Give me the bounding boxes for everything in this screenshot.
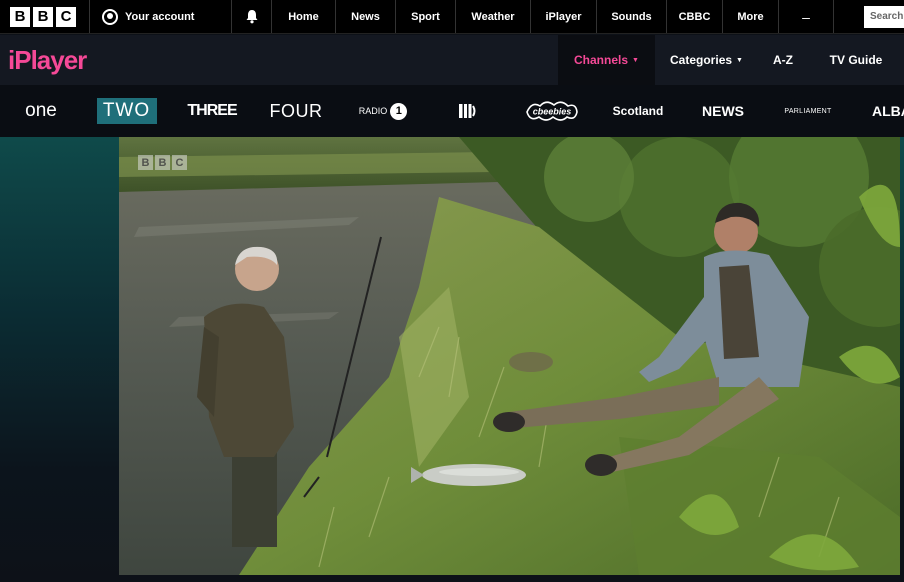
channel-three-label: THREE (187, 102, 237, 119)
radio-1-icon: 1 (390, 102, 408, 120)
iplayer-bar: iPlayer Channels ▼ Categories ▼ A-Z TV Gui… (0, 35, 904, 85)
nav-more[interactable]: More (723, 0, 779, 33)
cbeebies-logo: cbeebies (526, 101, 578, 121)
nav-news[interactable]: News (336, 0, 396, 33)
channel-radio-label: RADIO (358, 106, 388, 116)
channel-radio-1[interactable]: RADIO 1 (357, 85, 409, 137)
search-placeholder: Search (870, 11, 904, 22)
caret-down-icon: ▼ (736, 56, 743, 64)
nav-cbbc[interactable]: CBBC (667, 0, 723, 33)
menu-a-z-label: A-Z (773, 53, 793, 67)
menu-tv-guide-label: TV Guide (829, 53, 883, 67)
iplayer-logo[interactable]: iPlayer (8, 45, 87, 76)
channel-alba-label: ALBA (872, 103, 904, 119)
nav-weather[interactable]: Weather (456, 0, 531, 33)
menu-a-z[interactable]: A-Z (758, 35, 808, 85)
nav-sport[interactable]: Sport (396, 0, 456, 33)
channel-two[interactable]: TWO (96, 85, 157, 137)
menu-categories-label: Categories (670, 53, 733, 67)
channel-one-label: one (25, 100, 57, 121)
search-input[interactable]: Search (864, 6, 904, 28)
channel-cbeebies[interactable]: cbeebies (524, 85, 580, 137)
nav-iplayer[interactable]: iPlayer (531, 0, 597, 33)
menu-tv-guide[interactable]: TV Guide (808, 35, 904, 85)
channel-strip: one TWO THREE FOUR RADIO 1 cbeebies Scotl… (0, 85, 904, 137)
bbc-logo-letter: B (33, 6, 53, 27)
nav-home[interactable]: Home (272, 0, 336, 33)
channel-two-label: TWO (96, 98, 157, 124)
watermark-letter: C (172, 155, 187, 170)
iplayer-menu: Channels ▼ Categories ▼ A-Z TV Guide (558, 35, 904, 85)
channel-four-label: FOUR (269, 100, 323, 121)
channel-parliament-label: PARLIAMENT (784, 107, 832, 115)
nav-sounds[interactable]: Sounds (597, 0, 667, 33)
watermark-letter: B (155, 155, 170, 170)
channel-news-label: NEWS (702, 103, 744, 119)
account-icon (102, 8, 118, 25)
watermark-letter: B (138, 155, 153, 170)
channel-scotland-label: Scotland (612, 104, 664, 118)
video-player[interactable] (119, 137, 900, 575)
channel-four[interactable]: FOUR (269, 85, 323, 137)
bbc-logo-letter: B (10, 6, 30, 27)
bbc-watermark: B B C (138, 155, 187, 170)
svg-text:cbeebies: cbeebies (533, 107, 572, 117)
bbc-logo[interactable]: B B C (0, 0, 90, 33)
channel-news[interactable]: NEWS (701, 85, 745, 137)
channel-scotland[interactable]: Scotland (612, 85, 664, 137)
bbc-logo-letter: C (56, 6, 76, 27)
bbc-global-bar: B B C Your account Home News Sport Weath… (0, 0, 904, 34)
channel-alba[interactable]: ALBA (872, 85, 904, 137)
bell-icon (246, 10, 257, 24)
video-frame (119, 137, 900, 575)
channel-cbbc[interactable] (457, 85, 477, 137)
menu-channels[interactable]: Channels ▼ (558, 35, 655, 85)
more-dropdown[interactable]: – (779, 0, 834, 33)
dash-icon: – (802, 8, 810, 25)
cbbc-icon (459, 104, 476, 118)
bbc-nav: Home News Sport Weather iPlayer Sounds C… (272, 0, 834, 33)
menu-categories[interactable]: Categories ▼ (655, 35, 758, 85)
channel-one[interactable]: one (22, 85, 60, 137)
notifications-button[interactable] (232, 0, 272, 33)
account-label: Your account (125, 10, 195, 23)
channel-three[interactable]: THREE (187, 85, 237, 137)
caret-down-icon: ▼ (632, 56, 639, 64)
menu-channels-label: Channels (574, 53, 629, 67)
channel-parliament[interactable]: PARLIAMENT (784, 85, 832, 137)
account-link[interactable]: Your account (90, 0, 232, 33)
